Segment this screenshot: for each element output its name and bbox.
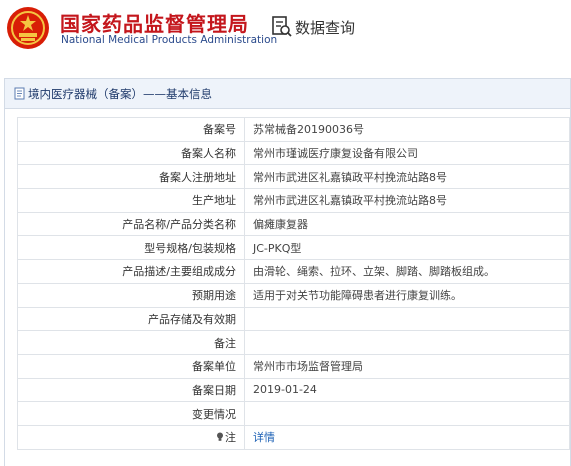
field-value: JC-PKQ型 [244, 235, 570, 261]
table-row: 备案日期 2019-01-24 [17, 377, 570, 403]
national-emblem-icon [7, 7, 49, 49]
data-query-label: 数据查询 [295, 18, 356, 37]
table-row: 备案号 苏常械备20190036号 [17, 117, 570, 142]
search-doc-icon [272, 16, 292, 37]
basic-info-panel: 境内医疗器械（备案）——基本信息 备案号 苏常械备20190036号 备案人名称… [4, 78, 571, 466]
field-label: 备案号 [17, 117, 245, 142]
document-icon [14, 87, 25, 100]
field-value: 常州市武进区礼嘉镇政平村挽流站路8号 [244, 164, 570, 190]
field-label: 预期用途 [17, 282, 245, 308]
field-value [244, 330, 570, 355]
field-value: 适用于对关节功能障碍患者进行康复训练。 [244, 282, 570, 308]
field-value: 常州市瑾诚医疗康复设备有限公司 [244, 140, 570, 166]
note-row: 注 详情 [17, 424, 570, 450]
table-row: 产品存储及有效期 [17, 306, 570, 332]
table-row: 备案人名称 常州市瑾诚医疗康复设备有限公司 [17, 140, 570, 166]
note-value-cell: 详情 [244, 424, 570, 450]
field-value: 苏常械备20190036号 [244, 117, 570, 142]
table-row: 备案单位 常州市市场监督管理局 [17, 353, 570, 379]
field-value: 2019-01-24 [244, 377, 570, 403]
field-value: 常州市武进区礼嘉镇政平村挽流站路8号 [244, 188, 570, 213]
table-row: 备案人注册地址 常州市武进区礼嘉镇政平村挽流站路8号 [17, 164, 570, 190]
field-label: 生产地址 [17, 188, 245, 213]
field-label: 备案日期 [17, 377, 245, 403]
field-label: 产品名称/产品分类名称 [17, 211, 245, 237]
table-row: 预期用途 适用于对关节功能障碍患者进行康复训练。 [17, 282, 570, 308]
site-subtitle: National Medical Products Administration [61, 34, 278, 46]
table-row: 产品描述/主要组成成分 由滑轮、绳索、拉环、立架、脚踏、脚踏板组成。 [17, 259, 570, 284]
note-label-cell: 注 [17, 424, 245, 450]
data-query-link[interactable]: 数据查询 [271, 14, 355, 40]
field-label: 产品描述/主要组成成分 [17, 259, 245, 284]
table-row: 变更情况 [17, 401, 570, 426]
site-header: 国家药品监督管理局 National Medical Products Admi… [0, 0, 571, 58]
table-row: 生产地址 常州市武进区礼嘉镇政平村挽流站路8号 [17, 188, 570, 213]
info-table: 备案号 苏常械备20190036号 备案人名称 常州市瑾诚医疗康复设备有限公司 … [17, 117, 570, 450]
field-label: 备案人名称 [17, 140, 245, 166]
field-value [244, 306, 570, 332]
table-row: 产品名称/产品分类名称 偏瘫康复器 [17, 211, 570, 237]
details-link[interactable]: 详情 [253, 431, 275, 444]
panel-title: 境内医疗器械（备案）——基本信息 [28, 86, 212, 101]
lightbulb-icon [217, 432, 223, 442]
field-label: 备案人注册地址 [17, 164, 245, 190]
field-value: 偏瘫康复器 [244, 211, 570, 237]
field-label: 备案单位 [17, 353, 245, 379]
note-label: 注 [225, 431, 236, 445]
field-label: 产品存储及有效期 [17, 306, 245, 332]
field-label: 备注 [17, 330, 245, 355]
site-title: 国家药品监督管理局 [60, 12, 249, 36]
field-label: 变更情况 [17, 401, 245, 426]
field-value [244, 401, 570, 426]
table-row: 型号规格/包装规格 JC-PKQ型 [17, 235, 570, 261]
table-row: 备注 [17, 330, 570, 355]
panel-header: 境内医疗器械（备案）——基本信息 [5, 79, 570, 109]
field-label: 型号规格/包装规格 [17, 235, 245, 261]
field-value: 由滑轮、绳索、拉环、立架、脚踏、脚踏板组成。 [244, 259, 570, 284]
field-value: 常州市市场监督管理局 [244, 353, 570, 379]
